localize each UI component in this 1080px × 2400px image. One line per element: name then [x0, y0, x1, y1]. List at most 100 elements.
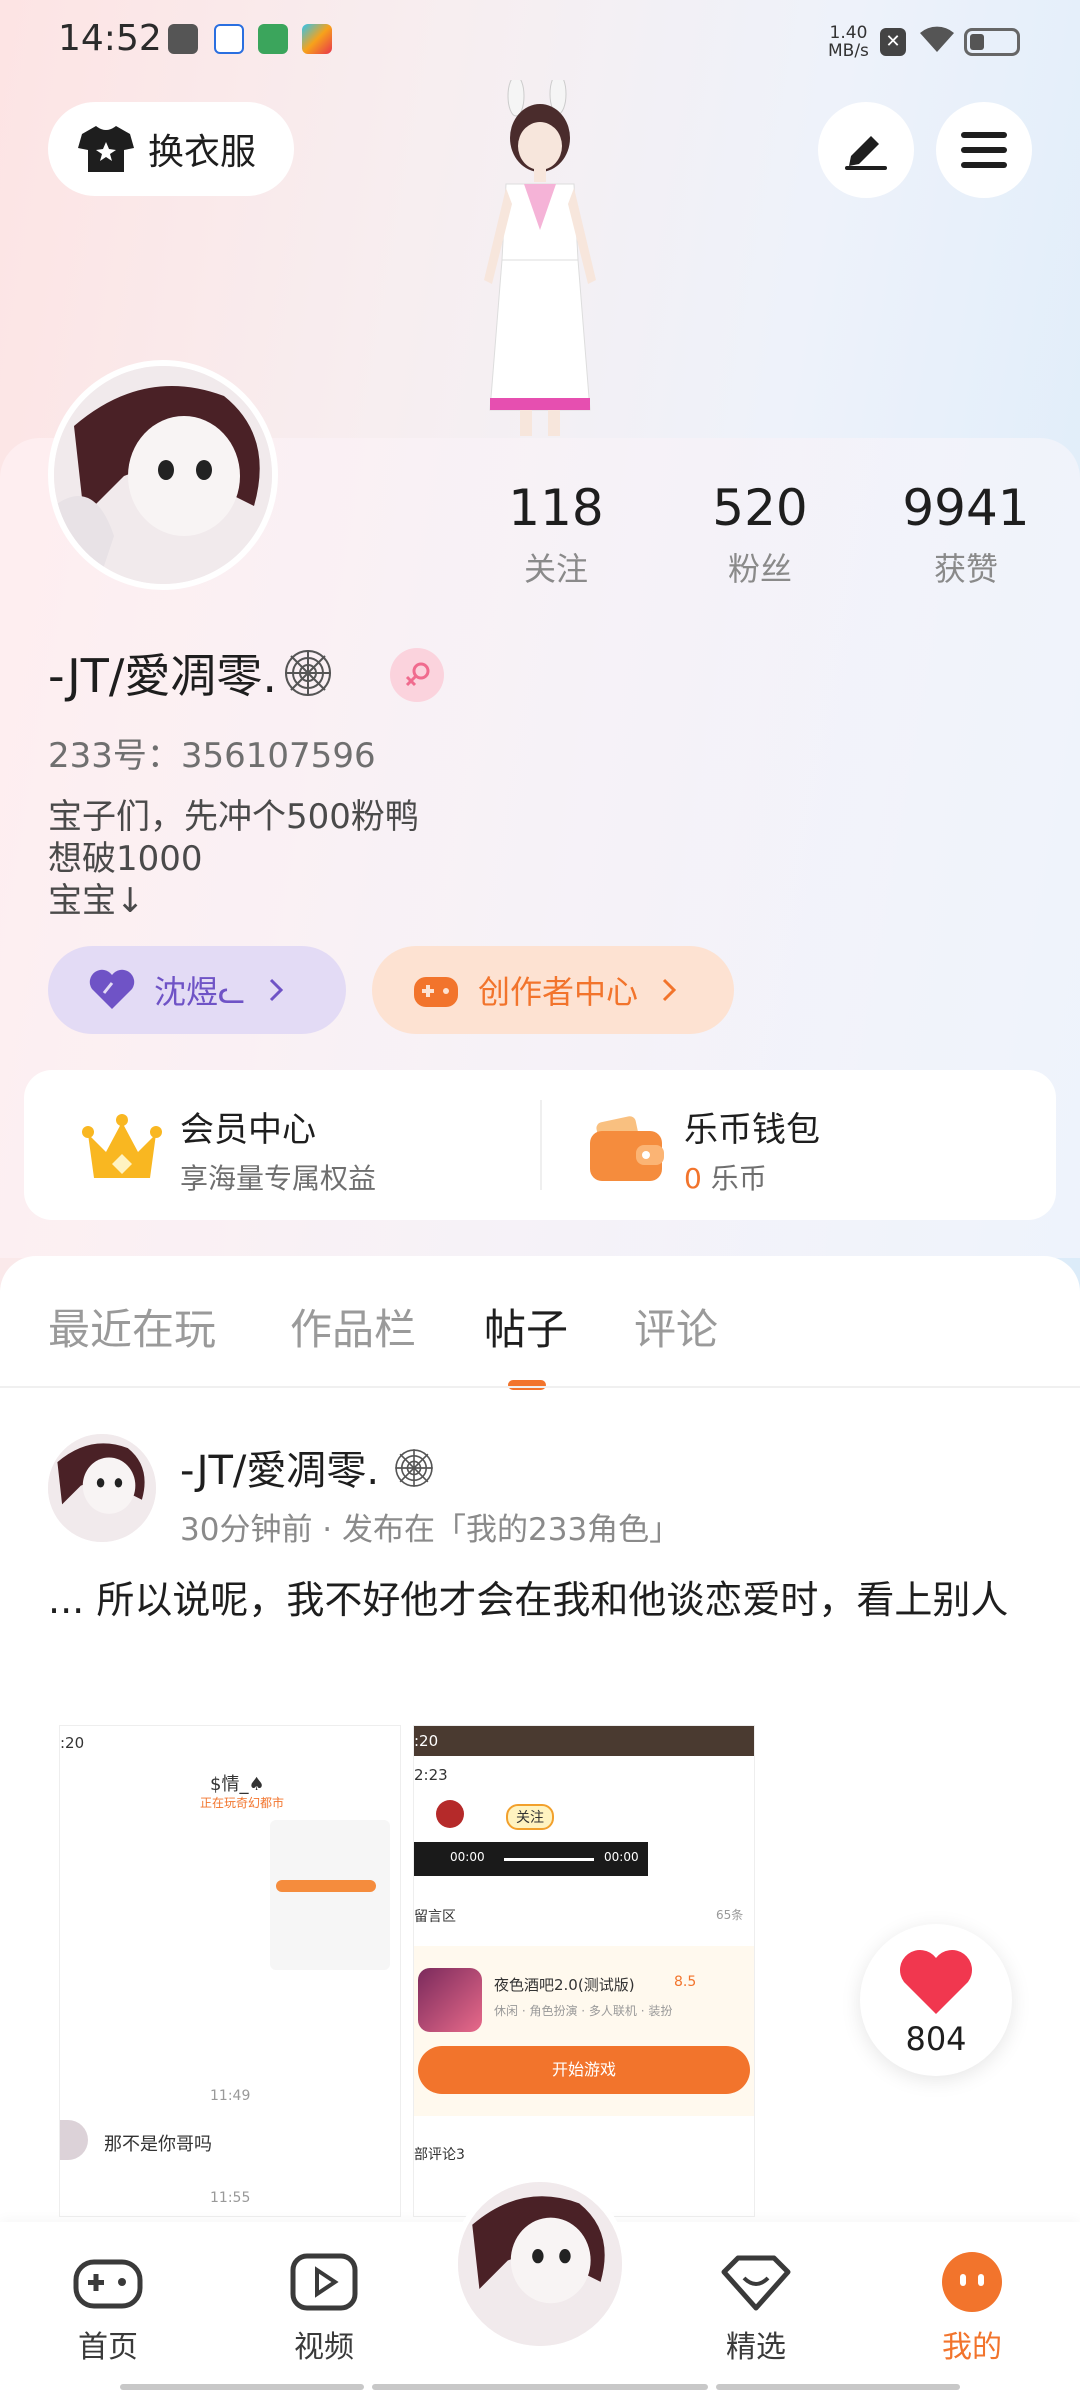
- avatar-image: [48, 1434, 156, 1542]
- likes-count: 9941: [902, 479, 1030, 537]
- mini-follow-button: 关注: [506, 1804, 554, 1830]
- post-author-name[interactable]: -JT/愛凋零.: [180, 1438, 436, 1496]
- post-body[interactable]: ... 所以说呢，我不好他才会在我和他谈恋爱时，看上别人: [48, 1576, 1038, 1624]
- change-outfit-button[interactable]: 换衣服: [48, 102, 294, 196]
- edit-profile-button[interactable]: [818, 102, 914, 198]
- member-center-subtitle: 享海量专属权益: [180, 1162, 377, 1195]
- female-icon: [405, 662, 430, 687]
- network-speed-unit: MB/s: [828, 41, 869, 61]
- battery-icon: [964, 28, 1020, 56]
- stat-followers[interactable]: 520 粉丝: [660, 476, 860, 590]
- mini-chat-preview: [270, 1820, 390, 1970]
- mini-play-button: 开始游戏: [418, 2046, 750, 2094]
- menu-button[interactable]: [936, 102, 1032, 198]
- user-id[interactable]: 233号：356107596: [48, 728, 376, 777]
- nav-home-label: 首页: [78, 2330, 138, 2365]
- like-count: 804: [905, 2020, 967, 2058]
- avatar-3d-character[interactable]: [440, 80, 640, 440]
- crown-icon: [82, 1113, 162, 1178]
- smile-face-icon: [942, 2252, 1002, 2312]
- followers-count: 520: [712, 479, 808, 537]
- nav-video[interactable]: 视频: [254, 2250, 394, 2366]
- chevron-right-icon: [662, 978, 677, 1002]
- avatar-image: [458, 2182, 622, 2346]
- gesture-bar-center: [372, 2384, 708, 2390]
- post-meta[interactable]: 30分钟前 · 发布在「我的233角色」: [180, 1504, 680, 1549]
- username-text: -JT/愛凋零.: [48, 649, 277, 703]
- profile-username: -JT/愛凋零.: [48, 640, 335, 706]
- tshirt-icon: [78, 126, 134, 172]
- mini-avatar: [436, 1800, 464, 1828]
- network-speed: 1.40 MB/s: [828, 24, 869, 60]
- likes-label: 获赞: [933, 550, 998, 588]
- mini-time: 2:23: [414, 1766, 448, 1784]
- wallet-entry[interactable]: 乐币钱包 0 乐币: [588, 1102, 820, 1197]
- message-app-icon: [168, 24, 198, 54]
- mini-message: 那不是你哥吗: [104, 2134, 212, 2155]
- bio-line: 宝子们，先冲个500粉鸭: [48, 797, 419, 837]
- mini-chat-status: 正在玩奇幻都市: [200, 1796, 285, 1810]
- mini-game-card: 夜色酒吧2.0(测试版) 8.5 休闲 · 角色扮演 · 多人联机 · 装扮 开…: [414, 1946, 754, 2116]
- nav-featured[interactable]: 精选: [686, 2250, 826, 2366]
- video-play-icon: [290, 2253, 358, 2311]
- tab-works[interactable]: 作品栏: [290, 1296, 416, 1357]
- play-store-icon: [302, 24, 332, 54]
- wallet-amount: 0: [684, 1162, 702, 1195]
- nav-me[interactable]: 我的: [902, 2250, 1042, 2366]
- notification-x-icon: ✕: [880, 28, 906, 56]
- purple-heart-icon: [89, 969, 135, 1009]
- mini-section-label: 留言区: [414, 1909, 456, 1925]
- mini-timestamp: 11:55: [210, 2190, 251, 2206]
- creator-center-label: 创作者中心: [478, 973, 639, 1011]
- nav-home[interactable]: 首页: [38, 2250, 178, 2366]
- tab-posts[interactable]: 帖子: [484, 1296, 568, 1357]
- mini-game-name: 夜色酒吧2.0(测试版): [494, 1976, 635, 1994]
- heart-icon: [900, 1950, 972, 2014]
- tab-recently-played[interactable]: 最近在玩: [48, 1296, 216, 1357]
- nav-me-label: 我的: [942, 2330, 1002, 2365]
- post-author-text: -JT/愛凋零.: [180, 1448, 380, 1494]
- wifi-icon: [920, 26, 954, 52]
- followers-label: 粉丝: [727, 550, 792, 588]
- gamepad-icon: [73, 2259, 143, 2309]
- profile-tabs: 最近在玩 作品栏 帖子 评论: [0, 1296, 1080, 1386]
- following-label: 关注: [523, 550, 588, 588]
- chevron-right-icon: [270, 978, 284, 1002]
- profile-avatar[interactable]: [48, 360, 278, 590]
- spiderweb-icon: [395, 1449, 433, 1487]
- profile-bio: 宝子们，先冲个500粉鸭 想破1000 宝宝↓: [48, 796, 419, 922]
- tab-divider: [0, 1386, 1080, 1388]
- wallet-icon: [590, 1115, 664, 1181]
- gesture-bar-right: [716, 2384, 960, 2390]
- bio-line: 想破1000: [48, 839, 203, 879]
- mini-statusbar: [60, 1726, 400, 1756]
- post-image-1[interactable]: :20 $情_♠ 正在玩奇幻都市 11:49 那不是你哥吗 11:55: [60, 1726, 400, 2216]
- friend-pill-button[interactable]: 沈煜ᓚ: [48, 946, 346, 1034]
- mini-audio-start: 00:00: [450, 1850, 485, 1864]
- creator-center-button[interactable]: 创作者中心: [372, 946, 734, 1034]
- mini-chat-name: $情_♠: [210, 1774, 265, 1795]
- mini-count: 65条: [716, 1908, 744, 1922]
- mini-audio-bar: 00:00 00:00: [414, 1842, 648, 1876]
- tab-comments[interactable]: 评论: [634, 1296, 718, 1357]
- spiderweb-icon: [284, 650, 331, 696]
- mini-play-label: 开始游戏: [551, 2060, 616, 2079]
- status-time: 14:52: [58, 18, 162, 59]
- stat-likes[interactable]: 9941 获赞: [866, 476, 1066, 590]
- vip-divider: [540, 1100, 542, 1190]
- nav-video-label: 视频: [294, 2330, 354, 2365]
- video-app-icon: [258, 24, 288, 54]
- nav-center-avatar[interactable]: [452, 2176, 628, 2352]
- mini-time: :20: [414, 1732, 439, 1750]
- following-count: 118: [508, 479, 604, 537]
- nav-featured-label: 精选: [726, 2330, 786, 2365]
- member-center-entry[interactable]: 会员中心 享海量专属权益: [82, 1102, 376, 1197]
- post-author-avatar[interactable]: [48, 1434, 156, 1542]
- mini-time: :20: [60, 1734, 85, 1752]
- stat-following[interactable]: 118 关注: [456, 476, 656, 590]
- change-outfit-label: 换衣服: [148, 132, 257, 173]
- mini-statusbar: [414, 1726, 754, 1756]
- baidu-app-icon: [214, 24, 244, 54]
- post-image-2[interactable]: :20 2:23 关注 00:00 00:00 留言区 65条 夜色酒吧2.0(…: [414, 1726, 754, 2216]
- like-button[interactable]: 804: [860, 1924, 1012, 2076]
